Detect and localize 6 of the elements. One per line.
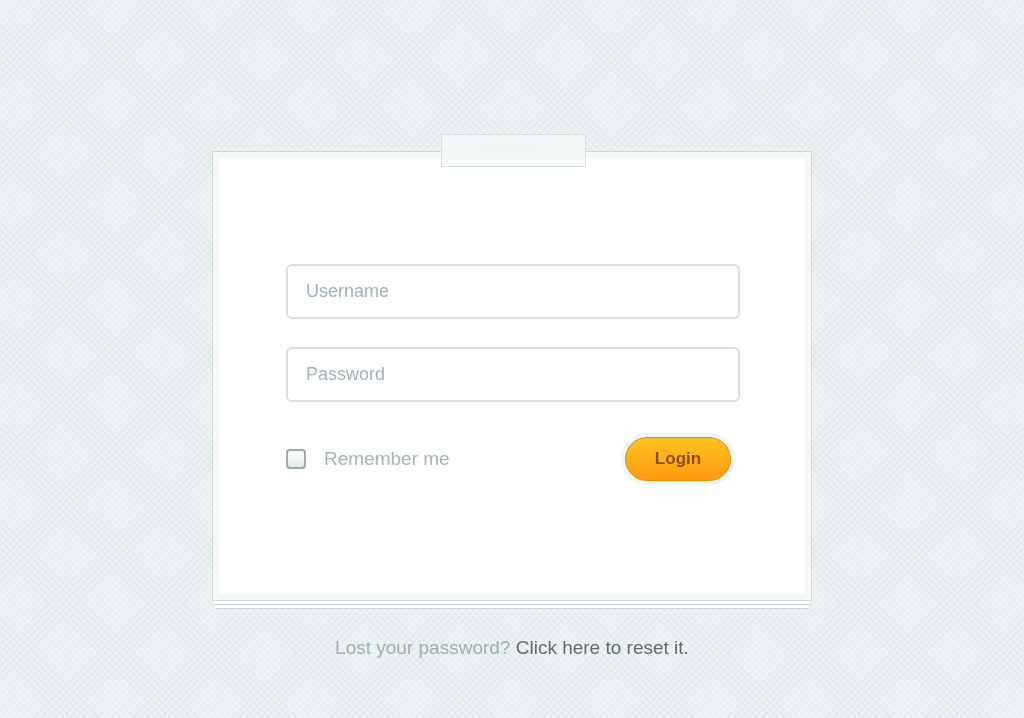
remember-label: Remember me	[324, 448, 450, 470]
reset-hint: Lost your password? Click here to reset it.	[335, 637, 689, 659]
username-field[interactable]: Username	[286, 264, 740, 319]
remember-checkbox[interactable]	[286, 449, 306, 469]
reset-link[interactable]: Click here to reset it.	[515, 637, 689, 658]
password-field[interactable]: Password	[286, 347, 740, 402]
